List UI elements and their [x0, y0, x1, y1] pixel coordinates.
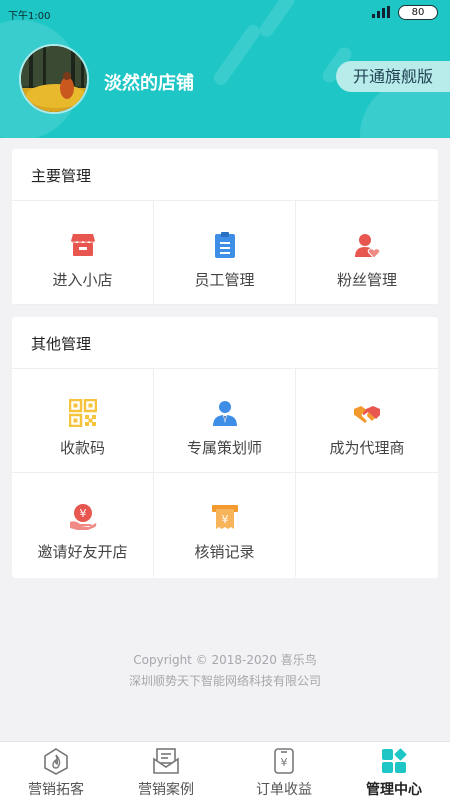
- payment-code-item[interactable]: 收款码: [12, 369, 154, 473]
- qr-code-icon: [69, 399, 97, 427]
- become-agent-item[interactable]: 成为代理商: [296, 369, 438, 473]
- mail-icon: [153, 748, 179, 774]
- tab-marketing-cases-label: 营销案例: [138, 782, 194, 798]
- grid-icon: [382, 748, 407, 773]
- tab-management-center-label: 管理中心: [366, 782, 422, 798]
- fan-management-item[interactable]: 粉丝管理: [296, 201, 438, 305]
- svg-text:¥: ¥: [80, 507, 87, 520]
- storefront-icon: [71, 234, 95, 256]
- tab-management-center[interactable]: 管理中心: [338, 742, 450, 800]
- svg-text:¥: ¥: [281, 756, 288, 769]
- payment-code-label: 收款码: [59, 439, 105, 457]
- avatar[interactable]: [19, 44, 89, 114]
- main-management-card: 主要管理 进入小店 员工管理 粉丝管理: [12, 149, 438, 305]
- company-name: 深圳顺势天下智能网络科技有限公司: [128, 674, 321, 688]
- avatar-image: [21, 46, 87, 112]
- user-heart-icon: [355, 234, 381, 259]
- header: 下午1:00 80 淡然的店铺 开通旗舰版: [0, 0, 450, 138]
- header-decoration: [211, 22, 263, 88]
- become-agent-label: 成为代理商: [329, 439, 405, 457]
- main-management-title: 主要管理: [12, 149, 438, 201]
- battery-indicator: 80: [398, 5, 438, 20]
- signal-icon: [372, 6, 390, 18]
- invite-friends-label: 邀请好友开店: [37, 543, 128, 561]
- yen-phone-icon: ¥: [274, 748, 294, 774]
- receipt-yen-icon: ¥: [212, 505, 238, 529]
- planner-icon: [213, 401, 237, 426]
- enter-shop-label: 进入小店: [52, 271, 113, 289]
- upgrade-flagship-button[interactable]: 开通旗舰版: [336, 61, 450, 92]
- bottom-tab-bar: 营销拓客 营销案例 ¥ 订单收益 管理中心: [0, 741, 450, 800]
- dedicated-planner-item[interactable]: 专属策划师: [154, 369, 296, 473]
- status-bar: 下午1:00 80: [0, 0, 450, 26]
- handshake-icon: [354, 406, 380, 423]
- redemption-records-label: 核销记录: [194, 543, 255, 561]
- invite-yen-icon: ¥: [70, 504, 97, 530]
- dedicated-planner-label: 专属策划师: [186, 439, 262, 457]
- redemption-records-item[interactable]: ¥ 核销记录: [154, 473, 296, 577]
- flame-icon: [44, 748, 68, 775]
- clipboard-icon: [215, 232, 235, 258]
- invite-friends-item[interactable]: ¥ 邀请好友开店: [12, 473, 154, 577]
- tab-marketing-acquisition[interactable]: 营销拓客: [0, 742, 112, 800]
- other-management-card: 其他管理 收款码 专属策划师 成为代理商 ¥ 邀请好友开店 ¥ 核销记录: [12, 317, 438, 578]
- staff-management-item[interactable]: 员工管理: [154, 201, 296, 305]
- fan-management-label: 粉丝管理: [336, 271, 397, 289]
- staff-management-label: 员工管理: [194, 271, 255, 289]
- other-management-title: 其他管理: [12, 317, 438, 369]
- status-time: 下午1:00: [8, 11, 51, 22]
- tab-marketing-cases[interactable]: 营销案例: [110, 742, 222, 800]
- shop-name: 淡然的店铺: [104, 73, 194, 94]
- copyright-text: Copyright © 2018-2020 喜乐鸟: [133, 653, 317, 667]
- tab-order-earnings-label: 订单收益: [256, 782, 312, 798]
- empty-cell: [296, 473, 438, 577]
- enter-shop-item[interactable]: 进入小店: [12, 201, 154, 305]
- tab-marketing-acquisition-label: 营销拓客: [28, 782, 84, 798]
- tab-order-earnings[interactable]: ¥ 订单收益: [228, 742, 340, 800]
- svg-text:¥: ¥: [222, 513, 229, 526]
